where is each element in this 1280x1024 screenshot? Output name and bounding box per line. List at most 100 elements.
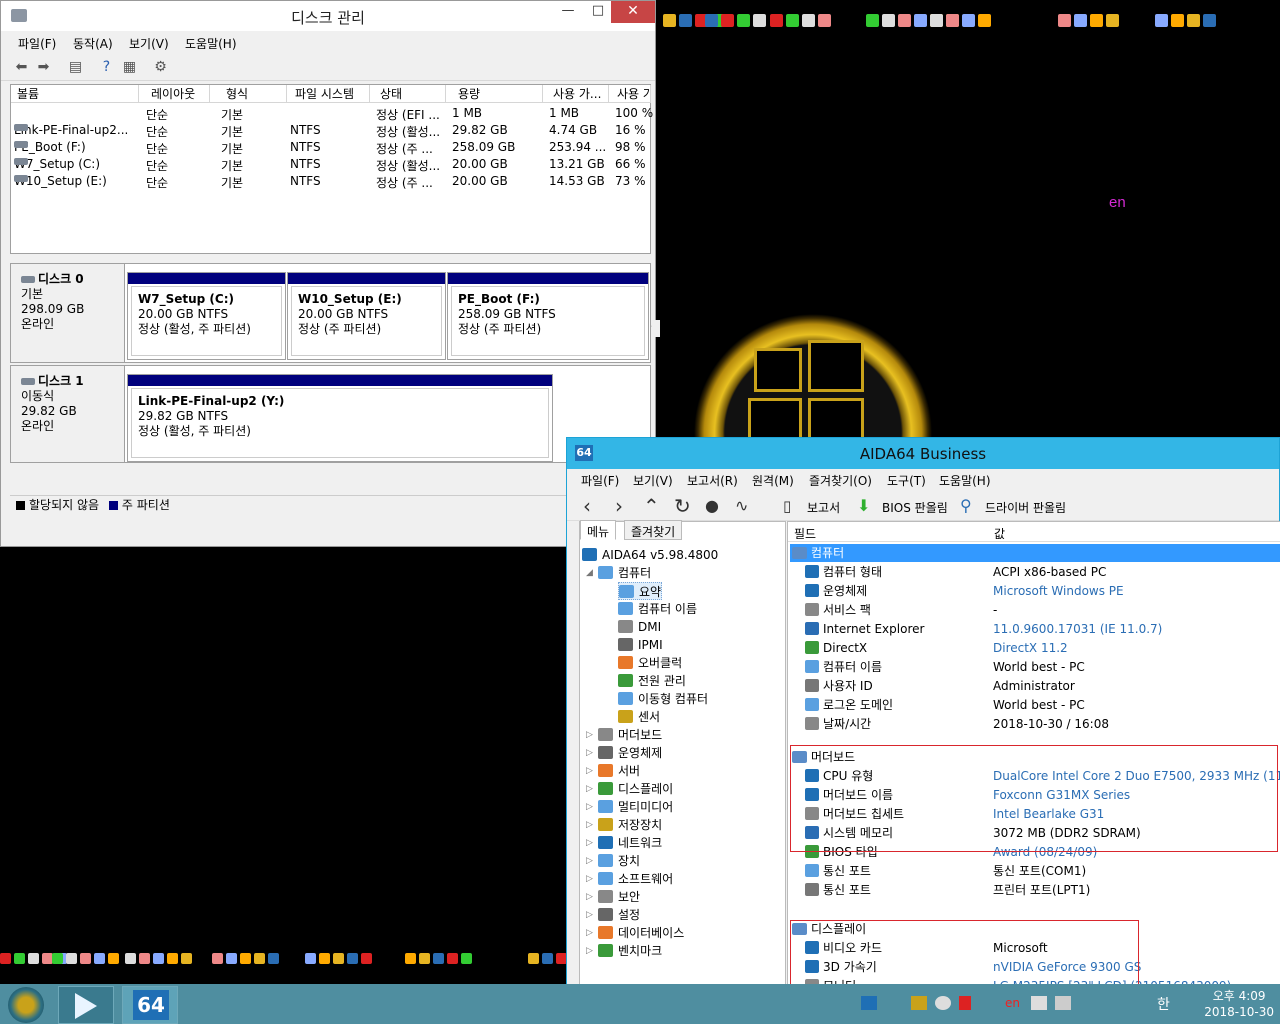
menu-help[interactable]: 도움말(H) <box>939 472 991 489</box>
quick-launch-icon[interactable] <box>66 953 77 964</box>
back-arrow-icon[interactable]: ⬅ <box>13 59 30 76</box>
quick-launch-icon[interactable] <box>52 953 63 964</box>
network-icon[interactable] <box>1031 996 1047 1010</box>
desktop-shortcut-icon[interactable] <box>679 14 692 27</box>
tab-menu[interactable]: 메뉴 <box>580 520 617 540</box>
desktop-shortcut-icon[interactable] <box>1090 14 1103 27</box>
desktop-shortcut-icon[interactable] <box>770 14 783 27</box>
col-capacity[interactable]: 용량 <box>446 85 543 103</box>
property-row[interactable]: 운영체제 Microsoft Windows PE <box>788 582 1280 601</box>
title-bar[interactable]: 64 AIDA64 Business <box>567 438 1279 469</box>
settings-icon[interactable]: ⚙ <box>152 59 169 76</box>
tray-icon[interactable] <box>935 996 951 1010</box>
property-row[interactable]: DirectX DirectX 11.2 <box>788 639 1280 658</box>
desktop-shortcut-icon[interactable] <box>1106 14 1119 27</box>
quick-launch-icon[interactable] <box>333 953 344 964</box>
property-value[interactable]: DirectX 11.2 <box>993 639 1068 658</box>
collapse-icon[interactable]: ◢ <box>586 564 596 582</box>
tray-language[interactable]: en <box>1005 996 1020 1010</box>
volume-icon[interactable] <box>1055 996 1071 1010</box>
menu-view[interactable]: 보기(V) <box>633 472 673 489</box>
desktop-shortcut-icon[interactable] <box>818 14 831 27</box>
user-icon[interactable]: ● <box>705 495 719 517</box>
partition-e[interactable]: W10_Setup (E:) 20.00 GB NTFS 정상 (주 파티션) <box>287 272 446 360</box>
desktop-shortcut-icon[interactable] <box>721 14 734 27</box>
desktop-shortcut-icon[interactable] <box>866 14 879 27</box>
desktop-shortcut-icon[interactable] <box>1074 14 1087 27</box>
expand-icon[interactable]: ▷ <box>586 942 596 960</box>
property-row[interactable]: 서비스 팩 - <box>788 601 1280 620</box>
quick-launch-icon[interactable] <box>0 953 11 964</box>
quick-launch-icon[interactable] <box>181 953 192 964</box>
forward-icon[interactable]: › <box>615 495 623 517</box>
tray-icon[interactable] <box>911 996 927 1010</box>
expand-icon[interactable]: ▷ <box>586 726 596 744</box>
desktop-shortcut-icon[interactable] <box>1187 14 1200 27</box>
quick-launch-icon[interactable] <box>240 953 251 964</box>
ime-indicator[interactable]: 한 <box>1157 994 1170 1014</box>
quick-launch-icon[interactable] <box>108 953 119 964</box>
table-row[interactable]: Link-PE-Final-up2... 단순 기본 NTFS 정상 (활성... 29.… <box>11 122 651 139</box>
table-row[interactable]: PE_Boot (F:) 단순 기본 NTFS 정상 (주 ... 258.09 GB 25… <box>11 139 651 156</box>
tree-item[interactable]: 오버클럭 <box>618 654 682 672</box>
quick-launch-icon[interactable] <box>405 953 416 964</box>
magnifier-icon[interactable]: ⚲ <box>960 495 972 517</box>
property-value[interactable]: Microsoft Windows PE <box>993 582 1124 601</box>
col-status[interactable]: 상태 <box>370 85 446 103</box>
tree-item[interactable]: 센서 <box>618 708 660 726</box>
tree-category[interactable]: 데이터베이스 <box>598 924 684 942</box>
menu-remote[interactable]: 원격(M) <box>752 472 794 489</box>
desktop-shortcut-icon[interactable] <box>978 14 991 27</box>
desktop-shortcut-icon[interactable] <box>802 14 815 27</box>
tree-node-computer[interactable]: 컴퓨터 <box>598 564 651 582</box>
expand-icon[interactable]: ▷ <box>586 762 596 780</box>
property-value[interactable]: 11.0.9600.17031 (IE 11.0.7) <box>993 620 1162 639</box>
property-row[interactable]: 컴퓨터 이름 World best - PC <box>788 658 1280 677</box>
quick-launch-icon[interactable] <box>361 953 372 964</box>
quick-launch-icon[interactable] <box>226 953 237 964</box>
desktop-shortcut-icon[interactable] <box>663 14 676 27</box>
table-row[interactable]: W10_Setup (E:) 단순 기본 NTFS 정상 (주 ... 20.00 GB 1… <box>11 173 651 190</box>
tree-category[interactable]: 서버 <box>598 762 640 780</box>
quick-launch-icon[interactable] <box>447 953 458 964</box>
quick-launch-icon[interactable] <box>461 953 472 964</box>
quick-launch-icon[interactable] <box>433 953 444 964</box>
disk-0-info[interactable]: 디스크 0 기본 298.09 GB 온라인 <box>11 264 125 362</box>
col-free-space[interactable]: 사용 가... <box>543 85 609 103</box>
desktop-shortcut-icon[interactable] <box>753 14 766 27</box>
tree-category[interactable]: 설정 <box>598 906 640 924</box>
expand-icon[interactable]: ▷ <box>586 924 596 942</box>
desktop-shortcut-icon[interactable] <box>786 14 799 27</box>
tree-category[interactable]: 저장장치 <box>598 816 662 834</box>
col-filesystem[interactable]: 파일 시스템 <box>287 85 370 103</box>
tree-item[interactable]: 요약 <box>618 582 663 600</box>
back-icon[interactable]: ‹ <box>583 495 591 517</box>
property-row[interactable]: 통신 포트 통신 포트(COM1) <box>788 862 1280 881</box>
property-row[interactable]: 컴퓨터 형태 ACPI x86-based PC <box>788 563 1280 582</box>
menu-tools[interactable]: 도구(T) <box>887 472 926 489</box>
start-button[interactable] <box>8 987 44 1023</box>
bios-update-button[interactable]: BIOS 판올림 <box>882 499 948 516</box>
report-button[interactable]: 보고서 <box>807 499 840 516</box>
quick-launch-icon[interactable] <box>167 953 178 964</box>
menu-file[interactable]: 파일(F) <box>581 472 619 489</box>
desktop-shortcut-icon[interactable] <box>962 14 975 27</box>
expand-icon[interactable]: ▷ <box>586 744 596 762</box>
col-value[interactable]: 값 <box>994 525 1005 542</box>
desktop-shortcut-icon[interactable] <box>1058 14 1071 27</box>
desktop-shortcut-icon[interactable] <box>1203 14 1216 27</box>
taskbar-aida64[interactable]: 64 <box>122 986 178 1024</box>
close-button[interactable]: ✕ <box>611 1 655 23</box>
menu-view[interactable]: 보기(V) <box>129 35 169 52</box>
menu-report[interactable]: 보고서(R) <box>687 472 738 489</box>
partition-c[interactable]: W7_Setup (C:) 20.00 GB NTFS 정상 (활성, 주 파티션) <box>127 272 286 360</box>
download-arrow-icon[interactable]: ⬇ <box>857 495 870 517</box>
menu-favorites[interactable]: 즐겨찾기(O) <box>809 472 872 489</box>
tree-item[interactable]: 이동형 컴퓨터 <box>618 690 708 708</box>
properties-icon[interactable]: ▦ <box>121 59 138 76</box>
quick-launch-icon[interactable] <box>528 953 539 964</box>
desktop-shortcut-icon[interactable] <box>737 14 750 27</box>
col-layout[interactable]: 레이아웃 <box>139 85 210 103</box>
col-type[interactable]: 형식 <box>210 85 287 103</box>
tree-root[interactable]: AIDA64 v5.98.4800 <box>582 546 718 564</box>
